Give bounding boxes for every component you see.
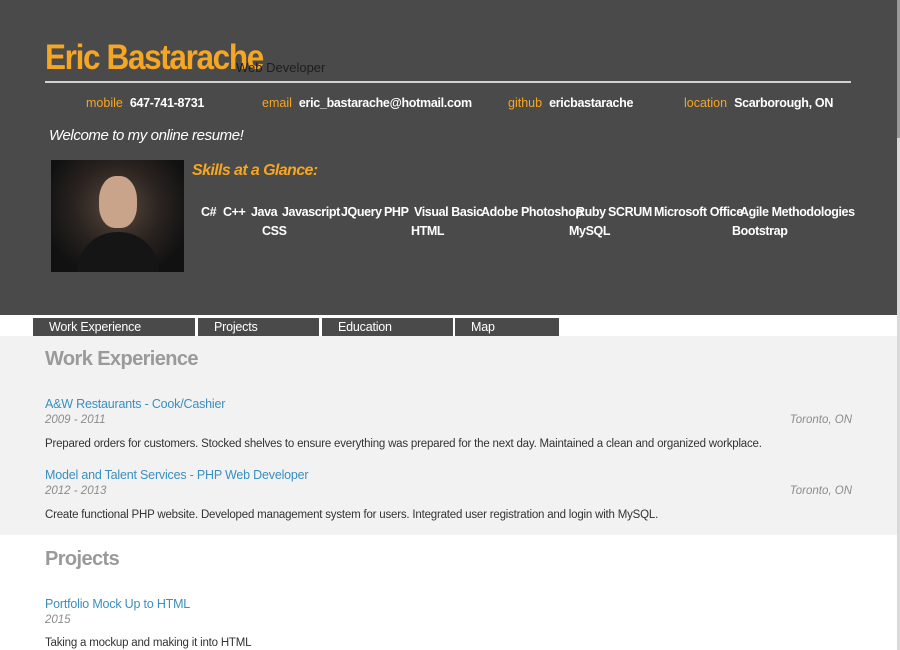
contact-location: location Scarborough, ON: [684, 96, 833, 110]
tab-education[interactable]: Education: [322, 318, 453, 336]
welcome-text: Welcome to my online resume!: [49, 127, 244, 144]
job-description: Create functional PHP website. Developed…: [45, 509, 659, 521]
skill-item: HTML: [411, 224, 445, 238]
profile-photo: [51, 160, 184, 272]
skill-item: Agile Methodologies: [740, 205, 855, 219]
project-description: Taking a mockup and making it into HTML: [45, 637, 252, 649]
contact-label: location: [684, 96, 728, 110]
contact-mobile: mobile 647-741-8731: [86, 96, 204, 110]
skill-item: C++: [223, 205, 246, 219]
contact-value: eric_bastarache@hotmail.com: [298, 96, 472, 110]
contact-value: ericbastarache: [549, 96, 634, 110]
skill-item: SCRUM: [608, 205, 652, 219]
projects-section: Projects Portfolio Mock Up to HTML 2015 …: [0, 535, 897, 650]
skill-item: MySQL: [569, 224, 611, 238]
job-dates: 2012 - 2013: [45, 485, 107, 497]
job-location: Toronto, ON: [789, 485, 852, 497]
skill-item: Java: [251, 205, 278, 219]
person-name: Eric Bastarache: [45, 38, 264, 77]
skill-item: Microsoft Office: [654, 205, 743, 219]
header-divider: [45, 81, 851, 83]
skills-heading: Skills at a Glance:: [192, 162, 318, 179]
contact-value: Scarborough, ON: [734, 96, 834, 110]
job-role: Web Developer: [236, 60, 326, 75]
contact-email: email eric_bastarache@hotmail.com: [262, 96, 472, 110]
skill-item: PHP: [384, 205, 409, 219]
skill-item: Javascript: [282, 205, 340, 219]
job-location: Toronto, ON: [789, 414, 852, 426]
tab-map[interactable]: Map: [455, 318, 559, 336]
project-title-link[interactable]: Portfolio Mock Up to HTML: [45, 597, 190, 611]
section-title-projects: Projects: [45, 548, 120, 570]
job-title-link[interactable]: A&W Restaurants - Cook/Cashier: [45, 397, 225, 411]
skill-item: Visual Basic: [414, 205, 483, 219]
section-tabs: Work Experience Projects Education Map: [0, 316, 897, 336]
tab-projects[interactable]: Projects: [198, 318, 319, 336]
job-title-link[interactable]: Model and Talent Services - PHP Web Deve…: [45, 468, 309, 482]
contact-label: email: [262, 96, 292, 110]
resume-header: Eric Bastarache Web Developer mobile 647-…: [0, 0, 897, 315]
section-title-work: Work Experience: [45, 348, 199, 370]
contact-label: github: [508, 96, 543, 110]
skill-item: CSS: [262, 224, 287, 238]
job-description: Prepared orders for customers. Stocked s…: [45, 438, 762, 450]
contact-label: mobile: [86, 96, 123, 110]
skill-item: Ruby: [576, 205, 606, 219]
contact-github: github ericbastarache: [508, 96, 633, 110]
skill-item: JQuery: [341, 205, 382, 219]
skill-item: Bootstrap: [732, 224, 788, 238]
project-dates: 2015: [45, 614, 71, 626]
job-dates: 2009 - 2011: [45, 414, 106, 426]
contact-value: 647-741-8731: [129, 96, 205, 110]
skill-item: C#: [201, 205, 217, 219]
tab-work-experience[interactable]: Work Experience: [33, 318, 195, 336]
skill-item: Adobe Photoshop: [481, 205, 583, 219]
photo-face: [99, 176, 137, 228]
photo-shirt: [77, 232, 159, 272]
work-experience-section: Work Experience A&W Restaurants - Cook/C…: [0, 336, 897, 535]
